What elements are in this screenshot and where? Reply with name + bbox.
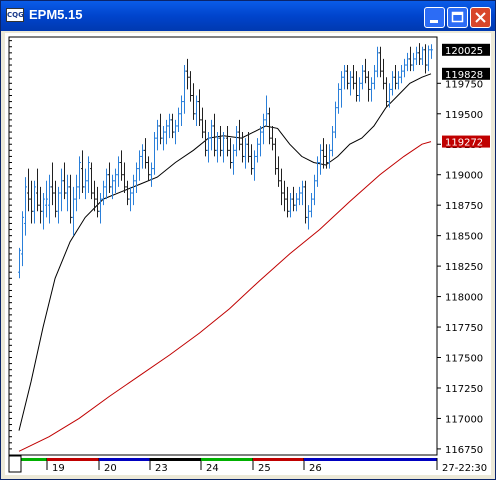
window-title: EPM5.15 bbox=[29, 7, 83, 22]
session-bar bbox=[253, 458, 304, 461]
x-tick-label: 24 bbox=[206, 463, 219, 474]
price-chart[interactable]: 116750 117000 117250 117500 117750 118000 1182… bbox=[5, 33, 491, 475]
price-marker-label: 120025 bbox=[445, 46, 483, 57]
minimize-button[interactable] bbox=[424, 7, 445, 28]
y-tick-label: 118750 bbox=[445, 201, 483, 212]
close-icon bbox=[475, 12, 486, 23]
maximize-icon bbox=[451, 11, 464, 23]
y-tick-label: 117000 bbox=[445, 414, 483, 425]
y-tick-label: 117500 bbox=[445, 354, 483, 365]
session-bar bbox=[19, 458, 47, 461]
x-tick-label: 27-22:30 bbox=[442, 463, 487, 474]
chart-window: CQG EPM5.15 116750 117000 117250 117500 1177… bbox=[0, 0, 496, 480]
y-tick-label: 118250 bbox=[445, 262, 483, 273]
session-bar bbox=[99, 458, 150, 461]
x-tick-label: 25 bbox=[258, 463, 271, 474]
session-bar bbox=[201, 458, 253, 461]
price-marker-label: 119272 bbox=[445, 138, 483, 149]
y-tick-label: 119750 bbox=[445, 79, 483, 90]
x-tick-label: 20 bbox=[104, 463, 117, 474]
title-bar[interactable]: CQG EPM5.15 bbox=[1, 1, 495, 31]
y-tick-label: 119000 bbox=[445, 171, 483, 182]
cqg-logo-icon: CQG bbox=[6, 8, 24, 22]
y-tick-label: 117750 bbox=[445, 323, 483, 334]
y-tick-label: 116750 bbox=[445, 445, 483, 456]
maximize-button[interactable] bbox=[447, 7, 468, 28]
price-marker-label: 119828 bbox=[445, 70, 483, 81]
x-tick-label: 19 bbox=[52, 463, 65, 474]
session-bar bbox=[150, 458, 201, 461]
minimize-icon bbox=[430, 20, 438, 23]
session-bar bbox=[304, 458, 437, 461]
scroll-box[interactable] bbox=[8, 455, 22, 473]
y-tick-label: 119500 bbox=[445, 110, 483, 121]
close-button[interactable] bbox=[470, 7, 491, 28]
x-tick-label: 26 bbox=[309, 463, 322, 474]
y-tick-label: 118000 bbox=[445, 293, 483, 304]
session-bar bbox=[47, 458, 99, 461]
x-tick-label: 23 bbox=[155, 463, 168, 474]
y-tick-label: 117250 bbox=[445, 384, 483, 395]
plot-area[interactable] bbox=[8, 36, 438, 456]
y-tick-label: 118500 bbox=[445, 232, 483, 243]
chart-area[interactable]: 116750 117000 117250 117500 117750 118000 1182… bbox=[5, 33, 491, 475]
